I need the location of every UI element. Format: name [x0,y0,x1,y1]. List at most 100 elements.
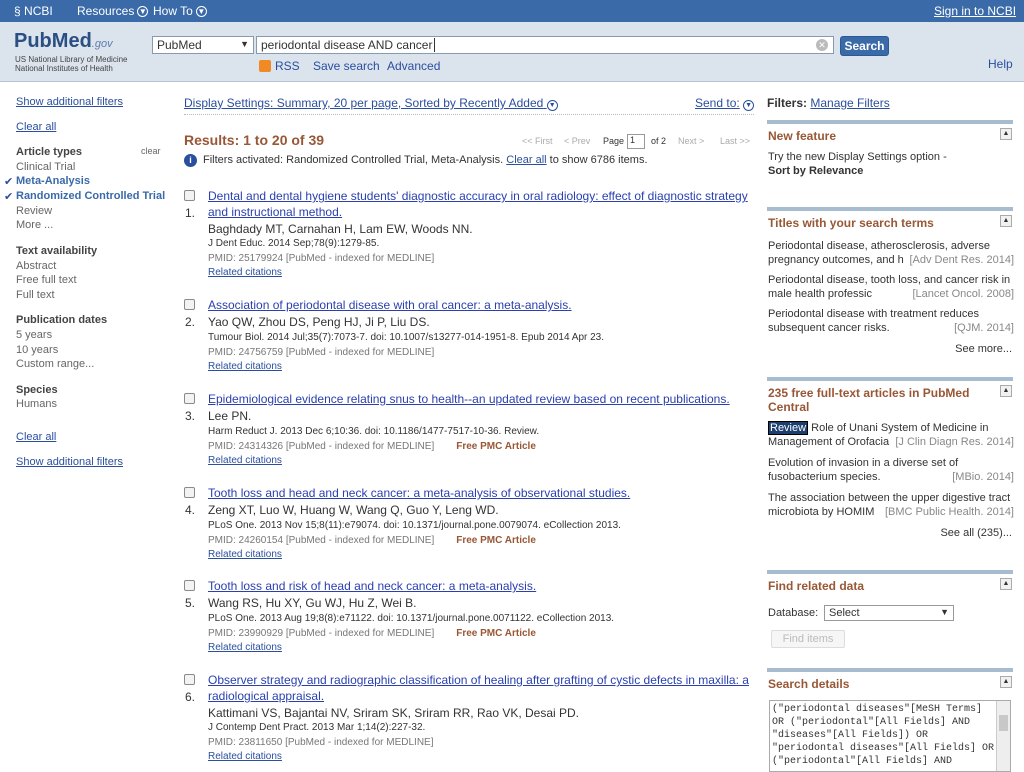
new-feature-text: Try the new Display Settings option - [768,151,947,163]
sign-in-link[interactable]: Sign in to NCBI [934,4,1016,18]
clear-search-icon[interactable]: ✕ [816,39,828,51]
filter-review[interactable]: Review [16,205,52,217]
dropdown-arrow-icon: ▼ [240,39,249,49]
help-link[interactable]: Help [988,57,1013,71]
text-cursor [434,38,436,52]
filter-sidebar: Show additional filters Clear all Articl… [0,82,170,769]
filter-full-text[interactable]: Full text [16,289,55,301]
show-additional-filters-link-bottom[interactable]: Show additional filters [16,456,123,468]
result-title-link[interactable]: Tooth loss and head and neck cancer: a m… [208,485,756,501]
sort-by-relevance-link[interactable]: Sort by Relevance [768,164,1014,178]
related-database-select[interactable]: Select ▼ [824,605,954,621]
free-item-3[interactable]: The association between the upper digest… [768,491,1014,519]
result-title-link[interactable]: Tooth loss and risk of head and neck can… [208,578,756,594]
database-label: Database: [768,607,819,619]
find-items-button[interactable]: Find items [771,630,845,648]
result-source: J Contemp Dent Pract. 2013 Mar 1;14(2):2… [208,722,426,733]
collapse-icon[interactable]: ▲ [1000,215,1012,227]
ncbi-topbar: § NCBI Resources ▼ How To ▼ Sign in to NCB… [0,0,1024,22]
checkmark-icon: ✔ [4,176,14,188]
result-checkbox[interactable] [184,393,195,404]
page-label: Page [603,136,625,146]
free-item-2[interactable]: Evolution of invasion in a diverse set o… [768,456,1014,484]
database-select[interactable]: PubMed ▼ [152,36,254,54]
filters-label: Filters: Manage Filters [767,96,890,110]
ncbi-s-icon: § [14,4,21,18]
titles-item-1[interactable]: Periodontal disease, atherosclerosis, ad… [768,239,1014,267]
clear-article-types-link[interactable]: clear [141,146,161,156]
prev-page-link[interactable]: < Prev [564,136,590,146]
page-number-input[interactable]: 1 [627,134,645,149]
search-input[interactable]: periodontal disease AND cancer ✕ [256,36,834,54]
result-title-link[interactable]: Epidemiological evidence relating snus t… [208,391,756,407]
next-page-link[interactable]: Next > [678,136,704,146]
result-checkbox[interactable] [184,299,195,310]
send-to-menu[interactable]: Send to: ▼ [695,96,755,111]
titles-with-terms-box: Titles with your search terms ▲ Periodon… [767,207,1014,357]
clear-all-link[interactable]: Clear all [16,121,56,133]
result-title-link[interactable]: Observer strategy and radiographic class… [208,672,756,704]
dropdown-arrow-icon: ▼ [940,607,949,617]
last-page-link[interactable]: Last >> [720,136,750,146]
related-citations-link[interactable]: Related citations [208,549,282,560]
related-citations-link[interactable]: Related citations [208,642,282,653]
free-pmc-article-link[interactable]: Free PMC Article [456,628,536,639]
first-page-link[interactable]: << First [522,136,553,146]
collapse-icon[interactable]: ▲ [1000,385,1012,397]
result-title-link[interactable]: Association of periodontal disease with … [208,297,756,313]
rss-link[interactable]: RSS [259,59,300,73]
clear-all-link-bottom[interactable]: Clear all [16,431,56,443]
scrollbar[interactable] [996,701,1010,771]
filter-rct[interactable]: Randomized Controlled Trial [16,190,165,202]
filter-custom-range[interactable]: Custom range... [16,358,94,370]
text-availability-heading: Text availability [16,245,98,257]
howto-menu[interactable]: How To ▼ [153,4,207,18]
see-more-link[interactable]: See more... [955,343,1012,355]
filter-5-years[interactable]: 5 years [16,329,52,341]
filter-humans[interactable]: Humans [16,398,57,410]
advanced-link[interactable]: Advanced [387,59,440,73]
resources-menu[interactable]: Resources ▼ [77,4,149,18]
collapse-icon[interactable]: ▲ [1000,578,1012,590]
manage-filters-link[interactable]: Manage Filters [810,96,889,110]
article-types-heading: Article types [16,146,83,158]
filter-meta-analysis[interactable]: Meta-Analysis [16,175,90,187]
save-search-link[interactable]: Save search [313,59,380,73]
result-source: PLoS One. 2013 Aug 19;8(8):e71122. doi: … [208,613,615,624]
result-authors: Yao QW, Zhou DS, Peng HJ, Ji P, Liu DS. [208,315,430,329]
result-checkbox[interactable] [184,674,195,685]
result-pmid: PMID: 24260154 [PubMed - indexed for MED… [208,535,536,546]
results-count: Results: 1 to 20 of 39 [184,132,325,148]
titles-item-3[interactable]: Periodontal disease with treatment reduc… [768,307,1014,335]
show-additional-filters-link[interactable]: Show additional filters [16,96,123,108]
result-checkbox[interactable] [184,580,195,591]
pubmed-logo[interactable]: PubMed.gov [14,30,113,53]
result-checkbox[interactable] [184,190,195,201]
publication-dates-heading: Publication dates [16,314,108,326]
free-pmc-article-link[interactable]: Free PMC Article [456,441,536,452]
collapse-icon[interactable]: ▲ [1000,676,1012,688]
filter-10-years[interactable]: 10 years [16,344,58,356]
related-citations-link[interactable]: Related citations [208,361,282,372]
collapse-icon[interactable]: ▲ [1000,128,1012,140]
see-all-link[interactable]: See all (235)... [940,527,1012,539]
filter-clinical-trial[interactable]: Clinical Trial [16,161,75,173]
clear-all-filters-link[interactable]: Clear all [506,154,546,166]
result-checkbox[interactable] [184,487,195,498]
filter-free-full-text[interactable]: Free full text [16,274,77,286]
related-citations-link[interactable]: Related citations [208,267,282,278]
result-pmid: PMID: 25179924 [PubMed - indexed for MED… [208,253,435,264]
display-settings-link[interactable]: Display Settings: Summary, 20 per page, … [184,96,558,111]
search-details-textarea[interactable]: ("periodontal diseases"[MeSH Terms] OR (… [769,700,1011,772]
search-button[interactable]: Search [840,36,889,56]
scrollbar-thumb[interactable] [999,715,1008,731]
related-citations-link[interactable]: Related citations [208,751,282,762]
filter-abstract[interactable]: Abstract [16,260,56,272]
free-item-1[interactable]: Review Role of Unani System of Medicine … [768,421,1014,449]
related-citations-link[interactable]: Related citations [208,455,282,466]
titles-item-2[interactable]: Periodontal disease, tooth loss, and can… [768,273,1014,301]
result-title-link[interactable]: Dental and dental hygiene students' diag… [208,188,756,220]
filter-more[interactable]: More ... [16,219,53,231]
free-pmc-article-link[interactable]: Free PMC Article [456,535,536,546]
ncbi-logo[interactable]: § NCBI [14,4,53,18]
